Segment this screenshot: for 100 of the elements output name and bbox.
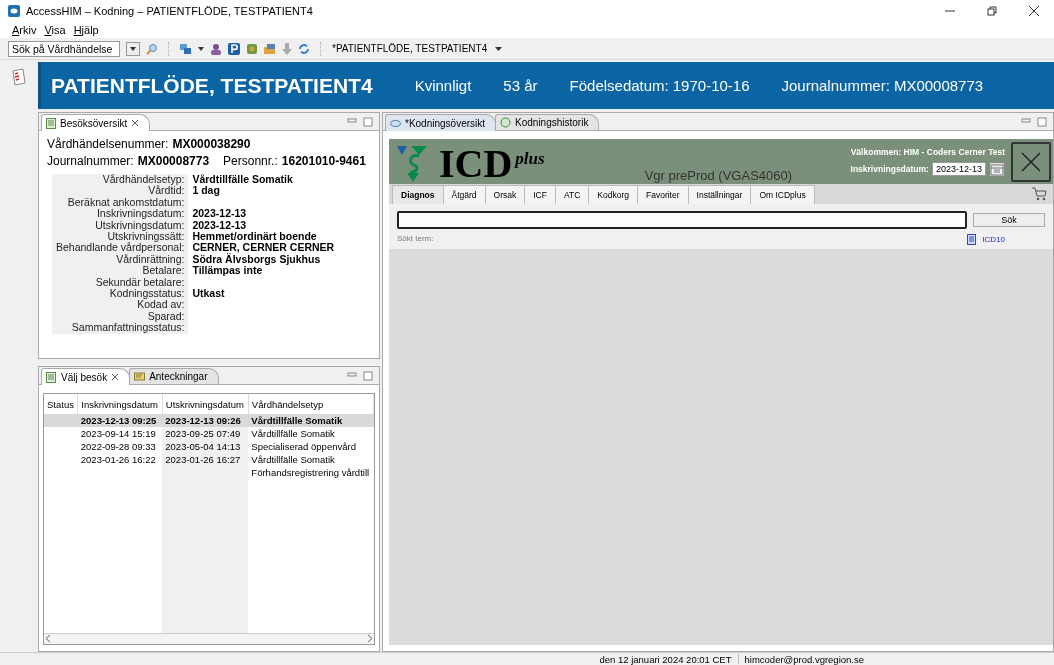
- close-button[interactable]: [1011, 141, 1051, 182]
- status-text: den 12 januari 2024 20:01 CET: [599, 653, 732, 665]
- maximize-icon[interactable]: [363, 116, 373, 127]
- field-label: Personnr.:: [223, 154, 278, 168]
- field-label: Kodningsstatus:: [52, 288, 189, 300]
- dropdown-button[interactable]: [126, 41, 140, 56]
- field-value: Södra Älvsborgs Sjukhus: [191, 253, 322, 266]
- close-icon[interactable]: [1028, 5, 1040, 17]
- caret-icon[interactable]: [198, 46, 204, 51]
- field-value: 2023-12-13: [191, 219, 248, 232]
- minimize-icon[interactable]: [347, 116, 357, 125]
- panel-tab[interactable]: Besöksöversikt: [41, 114, 151, 131]
- field-value: Hemmet/ordinärt boende: [191, 231, 318, 243]
- table-row[interactable]: 2023-09-14 15:19 2023-09-25 07:49 Vårdtillfälle Somatik: [44, 427, 374, 440]
- panel-tab[interactable]: Kodningshistorik: [495, 114, 600, 130]
- ellipse-icon: [390, 117, 401, 129]
- field-label: Vårdhändelsetyp:: [52, 174, 189, 186]
- cart-icon[interactable]: [1031, 187, 1047, 201]
- app-icon: [8, 5, 20, 17]
- person-icon[interactable]: [210, 42, 222, 55]
- patient-name: PATIENTFLÖDE, TESTPATIENT4: [51, 73, 373, 98]
- search-icon[interactable]: [146, 42, 158, 55]
- minimize-icon[interactable]: [1021, 116, 1031, 125]
- status-text: himcoder@prod.vgregion.se: [744, 653, 864, 665]
- logo-text: plus: [515, 149, 545, 169]
- tab[interactable]: Kodkorg: [588, 185, 638, 204]
- sheet-icon: [46, 371, 57, 383]
- table-cell: 2023-09-14 15:19: [77, 427, 163, 440]
- menu-item[interactable]: Arkiv: [12, 24, 37, 36]
- table-row[interactable]: Förhandsregistrering vårdtill: [44, 466, 374, 479]
- date-label: Inskrivningsdatum:: [850, 164, 929, 174]
- logo-text: ICD: [439, 146, 513, 182]
- field-value: Utkast: [191, 288, 226, 300]
- note-icon: [134, 371, 146, 382]
- table-cell: Vårdtillfälle Somatik: [248, 414, 374, 427]
- field-value: 1 dag: [191, 185, 221, 197]
- tab[interactable]: ICF: [524, 185, 556, 204]
- refresh-icon[interactable]: [298, 42, 310, 55]
- close-icon[interactable]: [131, 119, 140, 127]
- search-button[interactable]: Sök: [973, 213, 1045, 227]
- field-label: Inskrivningsdatum:: [52, 208, 189, 220]
- table-cell: 2022-09-28 09:33: [77, 440, 163, 453]
- tab[interactable]: Favoriter: [637, 185, 689, 204]
- field-value: Tillämpas inte: [191, 265, 263, 277]
- maximize-icon[interactable]: [363, 370, 373, 381]
- field-value: 2023-12-13: [191, 208, 248, 220]
- calendar-button[interactable]: [989, 161, 1005, 177]
- close-icon: [1020, 150, 1042, 173]
- table-row[interactable]: 2022-09-28 09:33 2023-05-04 14:13 Specialiserad öppenvård: [44, 440, 374, 453]
- date-field[interactable]: 2023-12-13: [931, 162, 986, 176]
- maximize-icon[interactable]: [1037, 116, 1047, 127]
- panel-tab[interactable]: Välj besök: [41, 368, 131, 385]
- table-cell: 2023-12-13 09:26: [162, 414, 249, 427]
- table-cell: Förhandsregistrering vårdtill: [248, 466, 374, 479]
- journal-label: Journalnummer:: [781, 77, 890, 94]
- calendar-icon: [990, 162, 1004, 176]
- table-row[interactable]: 2023-01-26 16:22 2023-01-26 16:27 Vårdtillfälle Somatik: [44, 453, 374, 466]
- document-icon: [967, 234, 977, 245]
- folder-icon[interactable]: [264, 42, 276, 55]
- tab[interactable]: Orsak: [484, 185, 526, 204]
- patient-gender: Kvinnligt: [414, 77, 472, 94]
- restore-icon[interactable]: [986, 5, 998, 17]
- window-title: AccessHIM – Kodning – PATIENTFLÖDE, TESTPATIENT4: [26, 5, 314, 17]
- search-field[interactable]: Sök på Vårdhändelse: [8, 40, 120, 57]
- patient-selector[interactable]: *PATIENTFLÖDE, TESTPATIENT4: [332, 43, 503, 54]
- horizontal-scrollbar[interactable]: [44, 633, 374, 644]
- field-label: Betalare:: [52, 265, 189, 277]
- p-icon[interactable]: [228, 42, 240, 55]
- table-cell: 2023-12-13 09:25: [77, 414, 163, 427]
- table-cell: Specialiserad öppenvård: [248, 440, 374, 453]
- tab[interactable]: Diagnos: [392, 185, 444, 204]
- field-label: Vårdtid:: [52, 185, 189, 197]
- tab[interactable]: Om ICDplus: [750, 185, 815, 204]
- minimize-icon[interactable]: [347, 370, 357, 379]
- birth-date-label: Födelsedatum:: [569, 77, 669, 94]
- field-label: Kodad av:: [52, 299, 189, 311]
- table-cell: 2023-09-25 07:49: [162, 427, 249, 440]
- field-label: Journalnummer:: [47, 154, 134, 168]
- panel-tab[interactable]: Anteckningar: [129, 368, 219, 384]
- patient-age: 53 år: [503, 77, 538, 94]
- table-row[interactable]: 2023-12-13 09:25 2023-12-13 09:26 Vårdtillfälle Somatik: [44, 414, 374, 427]
- tab[interactable]: Åtgärd: [442, 185, 486, 204]
- close-icon[interactable]: [111, 373, 120, 381]
- menu-item[interactable]: Visa: [44, 24, 66, 36]
- scroll-left-icon[interactable]: [44, 634, 52, 643]
- document-icon[interactable]: [10, 68, 26, 86]
- windows-icon[interactable]: [180, 42, 192, 55]
- table-cell: 2023-01-26 16:27: [162, 453, 249, 466]
- table-cell: Vårdtillfälle Somatik: [248, 453, 374, 466]
- tab[interactable]: Inställningar: [687, 185, 752, 204]
- field-label: Utskrivningssätt:: [52, 231, 189, 243]
- search-field[interactable]: [397, 211, 967, 229]
- panel-tab[interactable]: *Kodningsöversikt: [385, 114, 497, 131]
- icd10-link[interactable]: ICD10: [982, 235, 1005, 244]
- menu-item[interactable]: Hjälp: [73, 24, 99, 36]
- searched-term-label: Sökt term:: [397, 234, 434, 245]
- field-label: Behandlande vårdpersonal:: [52, 242, 189, 254]
- scroll-right-icon[interactable]: [366, 634, 374, 643]
- caret-icon: [130, 46, 136, 51]
- field-value: MX000038290: [172, 137, 251, 151]
